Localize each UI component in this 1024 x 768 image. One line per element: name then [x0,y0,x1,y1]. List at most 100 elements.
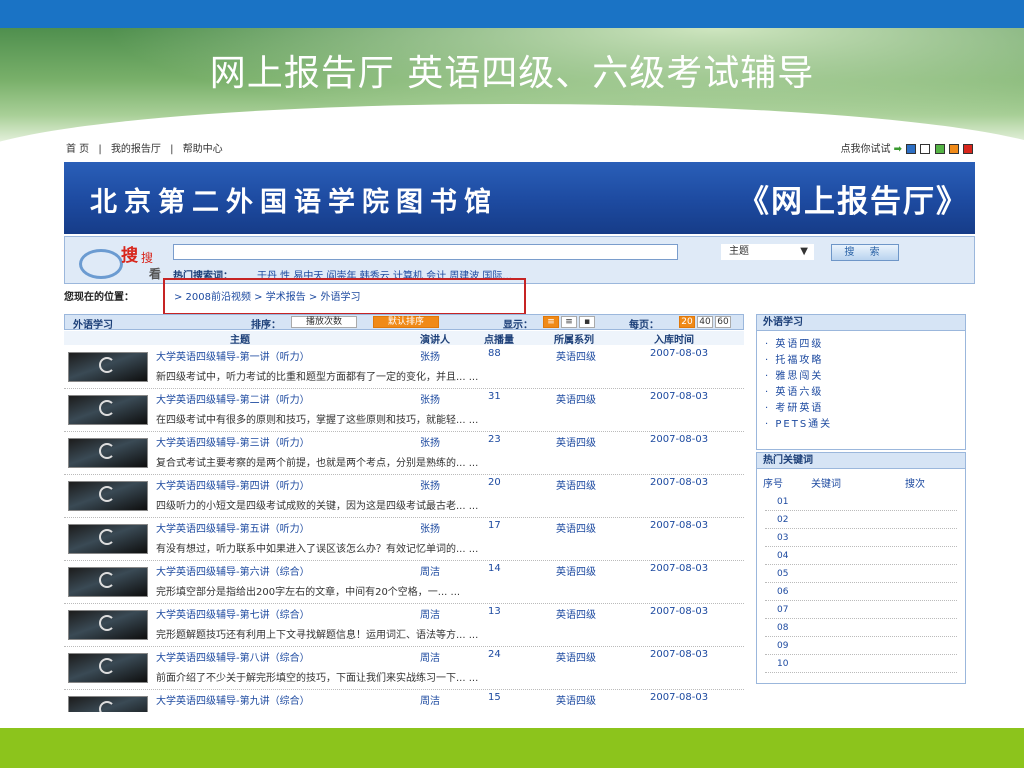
table-row[interactable]: 大学英语四级辅导-第五讲（听力） 张扬 17 英语四级 2007-08-03 有没有想过，… [64,518,744,561]
video-views: 14 [488,563,501,574]
video-views: 23 [488,434,501,445]
category-item[interactable]: · PETS通关 [757,417,965,433]
video-views: 17 [488,520,501,531]
sort-default[interactable]: 默认排序 [373,316,439,328]
keyword-row[interactable]: 03 [765,529,957,547]
table-row[interactable]: 大学英语四级辅导-第六讲（综合） 周洁 14 英语四级 2007-08-03 完形填空部分… [64,561,744,604]
video-title[interactable]: 大学英语四级辅导-第七讲（综合） [156,606,310,621]
table-row[interactable]: 大学英语四级辅导-第三讲（听力） 张扬 23 英语四级 2007-08-03 复合式考试主… [64,432,744,475]
theme-swatch-green[interactable] [934,144,945,154]
keyword-row[interactable]: 07 [765,601,957,619]
logo-icon [99,486,115,502]
website-screenshot: 首 页 | 我的报告厅 | 帮助中心 点我你试试 ➡ 北京第二外国语学院图书馆 … [62,138,975,712]
video-thumbnail[interactable] [68,524,148,554]
theme-swatch-white[interactable] [920,144,931,154]
category-item[interactable]: · 托福攻略 [757,353,965,369]
theme-swatch-orange[interactable] [948,144,959,154]
keyword-row[interactable]: 08 [765,619,957,637]
video-date: 2007-08-03 [650,348,709,359]
category-title: 外语学习 [757,315,965,331]
try-it-label[interactable]: 点我你试试 [840,144,890,155]
search-input[interactable] [173,244,678,260]
video-description: 完形题解题技巧还有利用上下文寻找解题信息！运用词汇、语法等方... ... [156,630,479,641]
video-title[interactable]: 大学英语四级辅导-第二讲（听力） [156,391,310,406]
table-row[interactable]: 大学英语四级辅导-第一讲（听力） 张扬 88 英语四级 2007-08-03 新四级考试中… [64,346,744,389]
col-topic: 主题 [230,335,250,346]
video-speaker: 周洁 [420,696,440,707]
video-title[interactable]: 大学英语四级辅导-第一讲（听力） [156,348,310,363]
category-item[interactable]: · 考研英语 [757,401,965,417]
nav-home[interactable]: 首 页 [66,144,89,155]
logo-icon [99,357,115,373]
video-thumbnail[interactable] [68,438,148,468]
video-date: 2007-08-03 [650,649,709,660]
video-description: 四级听力的小短文是四级考试成败的关键，因为这是四级考试最古老... ... [156,501,479,512]
video-speaker: 周洁 [420,610,440,621]
search-field-select[interactable]: 主题 ▼ [721,244,814,260]
per-page-60[interactable]: 60 [715,316,731,328]
video-series: 英语四级 [556,524,596,535]
search-panel: 搜 搜 看 主题 ▼ 搜 索 热门搜索词： 于丹 性 易中天 阎崇年 韩秀云 计… [64,236,975,284]
col-views: 点播量 [484,335,514,346]
keyword-panel: 热门关键词 序号 关键词 搜次 01 02 03 04 05 06 07 08 … [756,452,966,684]
video-thumbnail[interactable] [68,696,148,712]
per-page-40[interactable]: 40 [697,316,713,328]
col-speaker: 演讲人 [420,335,450,346]
keyword-row[interactable]: 06 [765,583,957,601]
nav-help[interactable]: 帮助中心 [183,144,223,155]
nav-my-hall[interactable]: 我的报告厅 [111,144,161,155]
video-title[interactable]: 大学英语四级辅导-第八讲（综合） [156,649,310,664]
logo-icon [99,529,115,545]
theme-swatch-red[interactable] [963,144,973,154]
video-title[interactable]: 大学英语四级辅导-第五讲（听力） [156,520,310,535]
category-item[interactable]: · 英语四级 [757,337,965,353]
video-series: 英语四级 [556,395,596,406]
video-speaker: 张扬 [420,352,440,363]
video-thumbnail[interactable] [68,567,148,597]
video-thumbnail[interactable] [68,352,148,382]
keyword-row[interactable]: 05 [765,565,957,583]
video-views: 31 [488,391,501,402]
video-thumbnail[interactable] [68,653,148,683]
view-list-icon[interactable]: ≡ [543,316,559,328]
search-button[interactable]: 搜 索 [831,244,899,261]
table-row[interactable]: 大学英语四级辅导-第七讲（综合） 周洁 13 英语四级 2007-08-03 完形题解题技… [64,604,744,647]
table-row[interactable]: 大学英语四级辅导-第四讲（听力） 张扬 20 英语四级 2007-08-03 四级听力的小… [64,475,744,518]
video-thumbnail[interactable] [68,610,148,640]
col-date: 入库时间 [654,335,694,346]
video-title[interactable]: 大学英语四级辅导-第九讲（综合） [156,692,310,707]
keyword-row[interactable]: 10 [765,655,957,673]
video-title[interactable]: 大学英语四级辅导-第三讲（听力） [156,434,310,449]
video-speaker: 张扬 [420,438,440,449]
video-description: 前面介绍了不少关于解完形填空的技巧，下面让我们来实战练习一下... ... [156,673,479,684]
arrow-right-icon: ➡ [893,144,903,155]
view-compact-icon[interactable]: ≡ [561,316,577,328]
keyword-row[interactable]: 04 [765,547,957,565]
nav-separator: | [170,144,174,155]
sort-by-plays[interactable]: 播放次数 [291,316,357,328]
keyword-row[interactable]: 09 [765,637,957,655]
video-series: 英语四级 [556,696,596,707]
per-page-label: 每页： [629,320,659,331]
category-item[interactable]: · 雅思闯关 [757,369,965,385]
view-grid-icon[interactable]: ▪ [579,316,595,328]
video-title[interactable]: 大学英语四级辅导-第四讲（听力） [156,477,310,492]
magnifier-icon [79,249,123,279]
video-thumbnail[interactable] [68,481,148,511]
keyword-row[interactable]: 02 [765,511,957,529]
video-series: 英语四级 [556,567,596,578]
video-date: 2007-08-03 [650,391,709,402]
video-title[interactable]: 大学英语四级辅导-第六讲（综合） [156,563,310,578]
logo-icon [99,572,115,588]
table-row[interactable]: 大学英语四级辅导-第二讲（听力） 张扬 31 英语四级 2007-08-03 在四级考试中… [64,389,744,432]
theme-swatch-blue[interactable] [906,144,917,154]
video-thumbnail[interactable] [68,395,148,425]
video-series: 英语四级 [556,481,596,492]
table-row[interactable]: 大学英语四级辅导-第八讲（综合） 周洁 24 英语四级 2007-08-03 前面介绍了不… [64,647,744,690]
keyword-row[interactable]: 01 [765,493,957,511]
logo-icon [99,400,115,416]
per-page-20[interactable]: 20 [679,316,695,328]
category-item[interactable]: · 英语六级 [757,385,965,401]
table-row[interactable]: 大学英语四级辅导-第九讲（综合） 周洁 15 英语四级 2007-08-03 [64,690,744,712]
video-speaker: 周洁 [420,653,440,664]
